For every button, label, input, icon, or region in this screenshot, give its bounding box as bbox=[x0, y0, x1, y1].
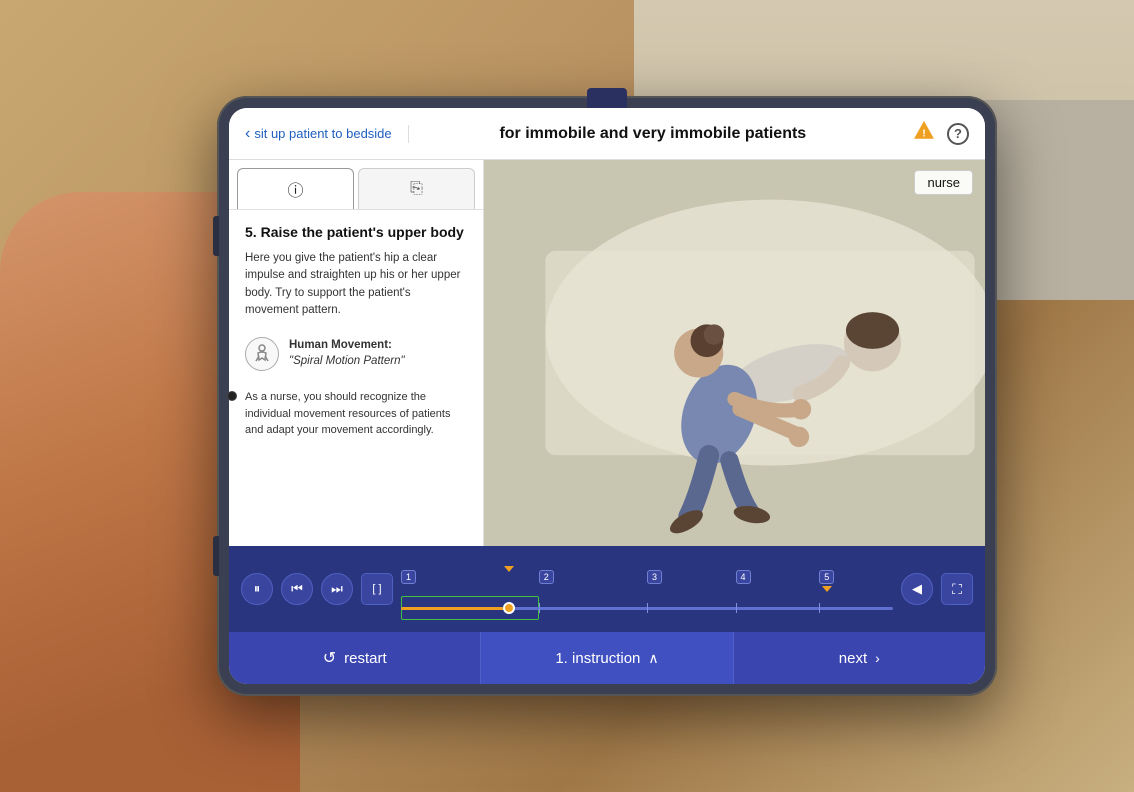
nurse-label: nurse bbox=[914, 170, 973, 195]
step-description: Here you give the patient's hip a clear … bbox=[245, 250, 467, 319]
left-panel: ⓘ ⎘ 5. Raise the patient's upper body He… bbox=[229, 160, 484, 546]
instruction-button[interactable]: 1. instruction ∧ bbox=[481, 632, 733, 684]
pause-icon: ⏸ bbox=[254, 581, 261, 597]
tick-3 bbox=[647, 603, 648, 613]
restart-label: restart bbox=[344, 650, 387, 667]
marker-2: 2 bbox=[539, 570, 554, 584]
timeline-track bbox=[401, 607, 893, 610]
tabs: ⓘ ⎘ bbox=[229, 160, 483, 210]
human-movement-text: Human Movement: "Spiral Motion Pattern" bbox=[289, 337, 405, 369]
next-label: next bbox=[839, 650, 867, 667]
left-panel-content: 5. Raise the patient's upper body Here y… bbox=[229, 210, 483, 546]
movement-note: As a nurse, you should recognize the ind… bbox=[245, 389, 467, 439]
playhead-arrow bbox=[504, 566, 514, 572]
timeline-progress bbox=[401, 607, 509, 610]
skip-forward-button[interactable]: ⏭ bbox=[321, 573, 353, 605]
tablet-side-button-bottom bbox=[213, 536, 219, 576]
header: ‹ sit up patient to bedside for immobile… bbox=[229, 108, 985, 160]
main-content: ⓘ ⎘ 5. Raise the patient's upper body He… bbox=[229, 160, 985, 546]
chevron-right-icon: › bbox=[875, 650, 880, 666]
marker-3: 3 bbox=[647, 570, 662, 584]
info-icon: ⓘ bbox=[287, 177, 303, 201]
bottom-bar: ↺ restart 1. instruction ∧ next › bbox=[229, 632, 985, 684]
tablet-side-button-top bbox=[213, 216, 219, 256]
timeline-wrapper: 1 2 3 4 bbox=[401, 554, 893, 624]
svg-text:!: ! bbox=[922, 129, 925, 140]
tick-5 bbox=[819, 603, 820, 613]
scene-svg bbox=[484, 160, 985, 546]
tick-4 bbox=[736, 603, 737, 613]
restart-icon: ↺ bbox=[323, 648, 336, 668]
restart-button[interactable]: ↺ restart bbox=[229, 632, 481, 684]
volume-button[interactable]: ◀ bbox=[901, 573, 933, 605]
tablet-device: ‹ sit up patient to bedside for immobile… bbox=[217, 96, 997, 696]
header-title: for immobile and very immobile patients bbox=[409, 125, 897, 143]
fullscreen-button[interactable]: ⛶ bbox=[941, 573, 973, 605]
next-button[interactable]: next › bbox=[734, 632, 985, 684]
marker-4: 4 bbox=[736, 570, 751, 584]
skip-back-icon: ⏮ bbox=[291, 581, 303, 597]
tab-steps[interactable]: ⎘ bbox=[358, 168, 475, 209]
marker-1: 1 bbox=[401, 570, 416, 584]
skip-back-button[interactable]: ⏮ bbox=[281, 573, 313, 605]
steps-icon: ⎘ bbox=[410, 180, 423, 198]
tab-info[interactable]: ⓘ bbox=[237, 168, 354, 209]
fullscreen-icon: ⛶ bbox=[952, 581, 962, 598]
warning-icon: ! bbox=[913, 120, 935, 147]
back-button[interactable]: ‹ sit up patient to bedside bbox=[245, 125, 409, 143]
back-label: sit up patient to bedside bbox=[254, 126, 391, 141]
right-panel: nurse bbox=[484, 160, 985, 546]
chevron-up-icon: ∧ bbox=[648, 650, 658, 667]
controls-bar: ⏸ ⏮ ⏭ [ ] bbox=[229, 546, 985, 632]
human-movement-box: Human Movement: "Spiral Motion Pattern" bbox=[245, 333, 467, 375]
human-movement-icon bbox=[245, 337, 279, 371]
scene: nurse bbox=[484, 160, 985, 546]
screen: ‹ sit up patient to bedside for immobile… bbox=[229, 108, 985, 684]
timeline[interactable] bbox=[401, 592, 893, 624]
environment: ‹ sit up patient to bedside for immobile… bbox=[0, 0, 1134, 792]
step-title: 5. Raise the patient's upper body bbox=[245, 224, 467, 240]
help-icon[interactable]: ? bbox=[947, 123, 969, 145]
bracket-button[interactable]: [ ] bbox=[361, 573, 393, 605]
marker-5: 5 bbox=[819, 570, 834, 592]
volume-icon: ◀ bbox=[912, 581, 922, 597]
header-icons: ! ? bbox=[897, 120, 969, 147]
instruction-label: 1. instruction bbox=[555, 650, 640, 667]
timeline-thumb[interactable] bbox=[503, 602, 515, 614]
tablet-camera bbox=[227, 391, 237, 401]
back-arrow-icon: ‹ bbox=[245, 125, 250, 143]
pause-button[interactable]: ⏸ bbox=[241, 573, 273, 605]
tablet-strap bbox=[587, 88, 627, 108]
skip-forward-icon: ⏭ bbox=[331, 581, 343, 597]
tick-2 bbox=[539, 603, 540, 613]
bracket-icon: [ ] bbox=[372, 583, 381, 595]
